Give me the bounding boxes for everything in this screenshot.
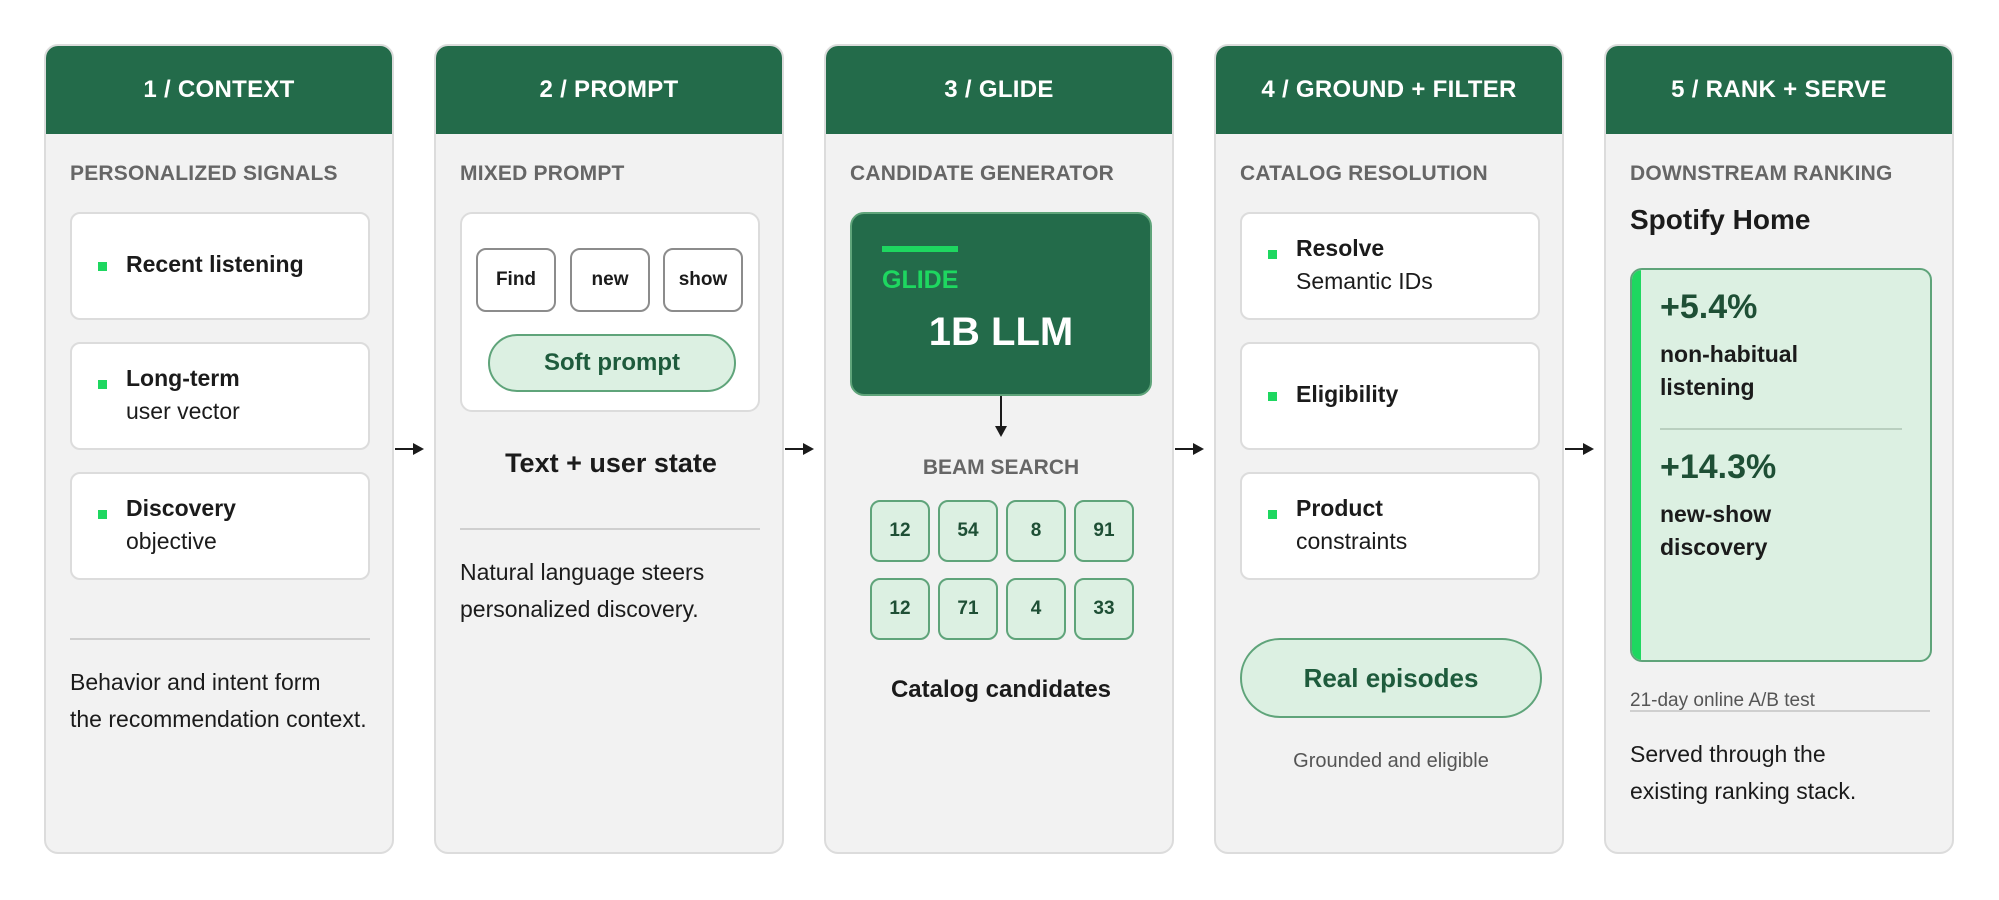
stage-title: 2 / PROMPT xyxy=(436,46,782,134)
metric-label: new-show discovery xyxy=(1660,501,1772,560)
bullet-icon xyxy=(98,380,107,389)
stage-ground-filter-panel: 4 / GROUND + FILTER CATALOG RESOLUTION R… xyxy=(1214,44,1564,854)
stage-description: Natural language steers personalized dis… xyxy=(460,559,705,622)
prompt-token: show xyxy=(663,248,743,312)
signal-card-long-term: Long-term user vector xyxy=(70,342,370,450)
stage-description: Behavior and intent form the recommendat… xyxy=(70,669,367,732)
stage-description: Served through the existing ranking stac… xyxy=(1630,741,1857,804)
stage-rank-serve-panel: 5 / RANK + SERVE DOWNSTREAM RANKING Spot… xyxy=(1604,44,1954,854)
beam-token: 12 xyxy=(870,500,930,562)
divider xyxy=(70,638,370,640)
filter-card-product: Product constraints xyxy=(1240,472,1540,580)
card-subtitle: constraints xyxy=(1296,528,1408,554)
grounded-caption: Grounded and eligible xyxy=(1293,750,1489,772)
stage-title: 1 / CONTEXT xyxy=(46,46,392,134)
section-label: PERSONALIZED SIGNALS xyxy=(70,162,338,185)
card-title: Product xyxy=(1296,495,1383,521)
prompt-token: new xyxy=(570,248,650,312)
metrics-divider xyxy=(1660,428,1902,430)
beam-token: 71 xyxy=(938,578,998,640)
prompt-box: Find new show Soft prompt xyxy=(460,212,760,412)
model-size: 1B LLM xyxy=(928,310,1074,354)
section-label: MIXED PROMPT xyxy=(460,162,625,185)
beam-token: 33 xyxy=(1074,578,1134,640)
real-episodes-pill: Real episodes xyxy=(1240,638,1542,718)
bullet-icon xyxy=(1268,510,1277,519)
flow-arrow-icon xyxy=(1565,443,1594,455)
stage-title: 3 / GLIDE xyxy=(826,46,1172,134)
card-subtitle: user vector xyxy=(126,398,240,424)
flow-arrow-icon xyxy=(395,443,424,455)
stage-glide-panel: 3 / GLIDE CANDIDATE GENERATOR GLIDE 1B L… xyxy=(824,44,1174,854)
section-label: DOWNSTREAM RANKING xyxy=(1630,162,1893,185)
prompt-token: Find xyxy=(476,248,556,312)
card-title: Eligibility xyxy=(1296,381,1399,407)
prompt-caption: Text + user state xyxy=(505,448,717,478)
card-title: Resolve xyxy=(1296,235,1385,261)
metrics-accent-bar xyxy=(1632,270,1641,660)
flow-arrow-icon xyxy=(1175,443,1204,455)
flow-arrow-icon xyxy=(785,443,814,455)
metric-value: +5.4% xyxy=(1660,288,1758,326)
down-arrow-icon xyxy=(995,396,1007,437)
surface-title: Spotify Home xyxy=(1630,204,1811,235)
ab-test-note: 21-day online A/B test xyxy=(1630,690,1815,711)
bullet-icon xyxy=(1268,250,1277,259)
beam-token: 8 xyxy=(1006,500,1066,562)
card-subtitle: objective xyxy=(126,528,217,554)
card-subtitle: Semantic IDs xyxy=(1296,268,1433,294)
filter-card-eligibility: Eligibility xyxy=(1240,342,1540,450)
stage-title: 4 / GROUND + FILTER xyxy=(1216,46,1562,134)
bullet-icon xyxy=(98,510,107,519)
metric-value: +14.3% xyxy=(1660,448,1777,486)
accent-bar xyxy=(882,246,958,252)
divider xyxy=(460,528,760,530)
card-title: Long-term xyxy=(126,365,240,391)
signal-card-recent-listening: Recent listening xyxy=(70,212,370,320)
card-title: Discovery xyxy=(126,495,236,521)
bullet-icon xyxy=(1268,392,1277,401)
bullet-icon xyxy=(98,262,107,271)
section-label: CATALOG RESOLUTION xyxy=(1240,162,1488,185)
beam-search-label: BEAM SEARCH xyxy=(922,456,1080,479)
candidates-caption: Catalog candidates xyxy=(890,676,1112,703)
beam-token: 4 xyxy=(1006,578,1066,640)
stage-title: 5 / RANK + SERVE xyxy=(1606,46,1952,134)
metrics-box: +5.4% non-habitual listening +14.3% new-… xyxy=(1630,268,1932,662)
signal-card-discovery: Discovery objective xyxy=(70,472,370,580)
soft-prompt-pill: Soft prompt xyxy=(488,334,736,392)
card-title: Recent listening xyxy=(126,251,304,277)
model-box: GLIDE 1B LLM xyxy=(850,212,1152,396)
model-name: GLIDE xyxy=(882,266,959,294)
metric-label: non-habitual listening xyxy=(1660,341,1798,400)
beam-token: 12 xyxy=(870,578,930,640)
section-label: CANDIDATE GENERATOR xyxy=(850,162,1114,185)
stage-prompt-panel: 2 / PROMPT MIXED PROMPT Find new show So… xyxy=(434,44,784,854)
filter-card-resolve: Resolve Semantic IDs xyxy=(1240,212,1540,320)
beam-token: 91 xyxy=(1074,500,1134,562)
divider xyxy=(1630,710,1930,712)
stage-context-panel: 1 / CONTEXT PERSONALIZED SIGNALS Recent … xyxy=(44,44,394,854)
beam-token: 54 xyxy=(938,500,998,562)
